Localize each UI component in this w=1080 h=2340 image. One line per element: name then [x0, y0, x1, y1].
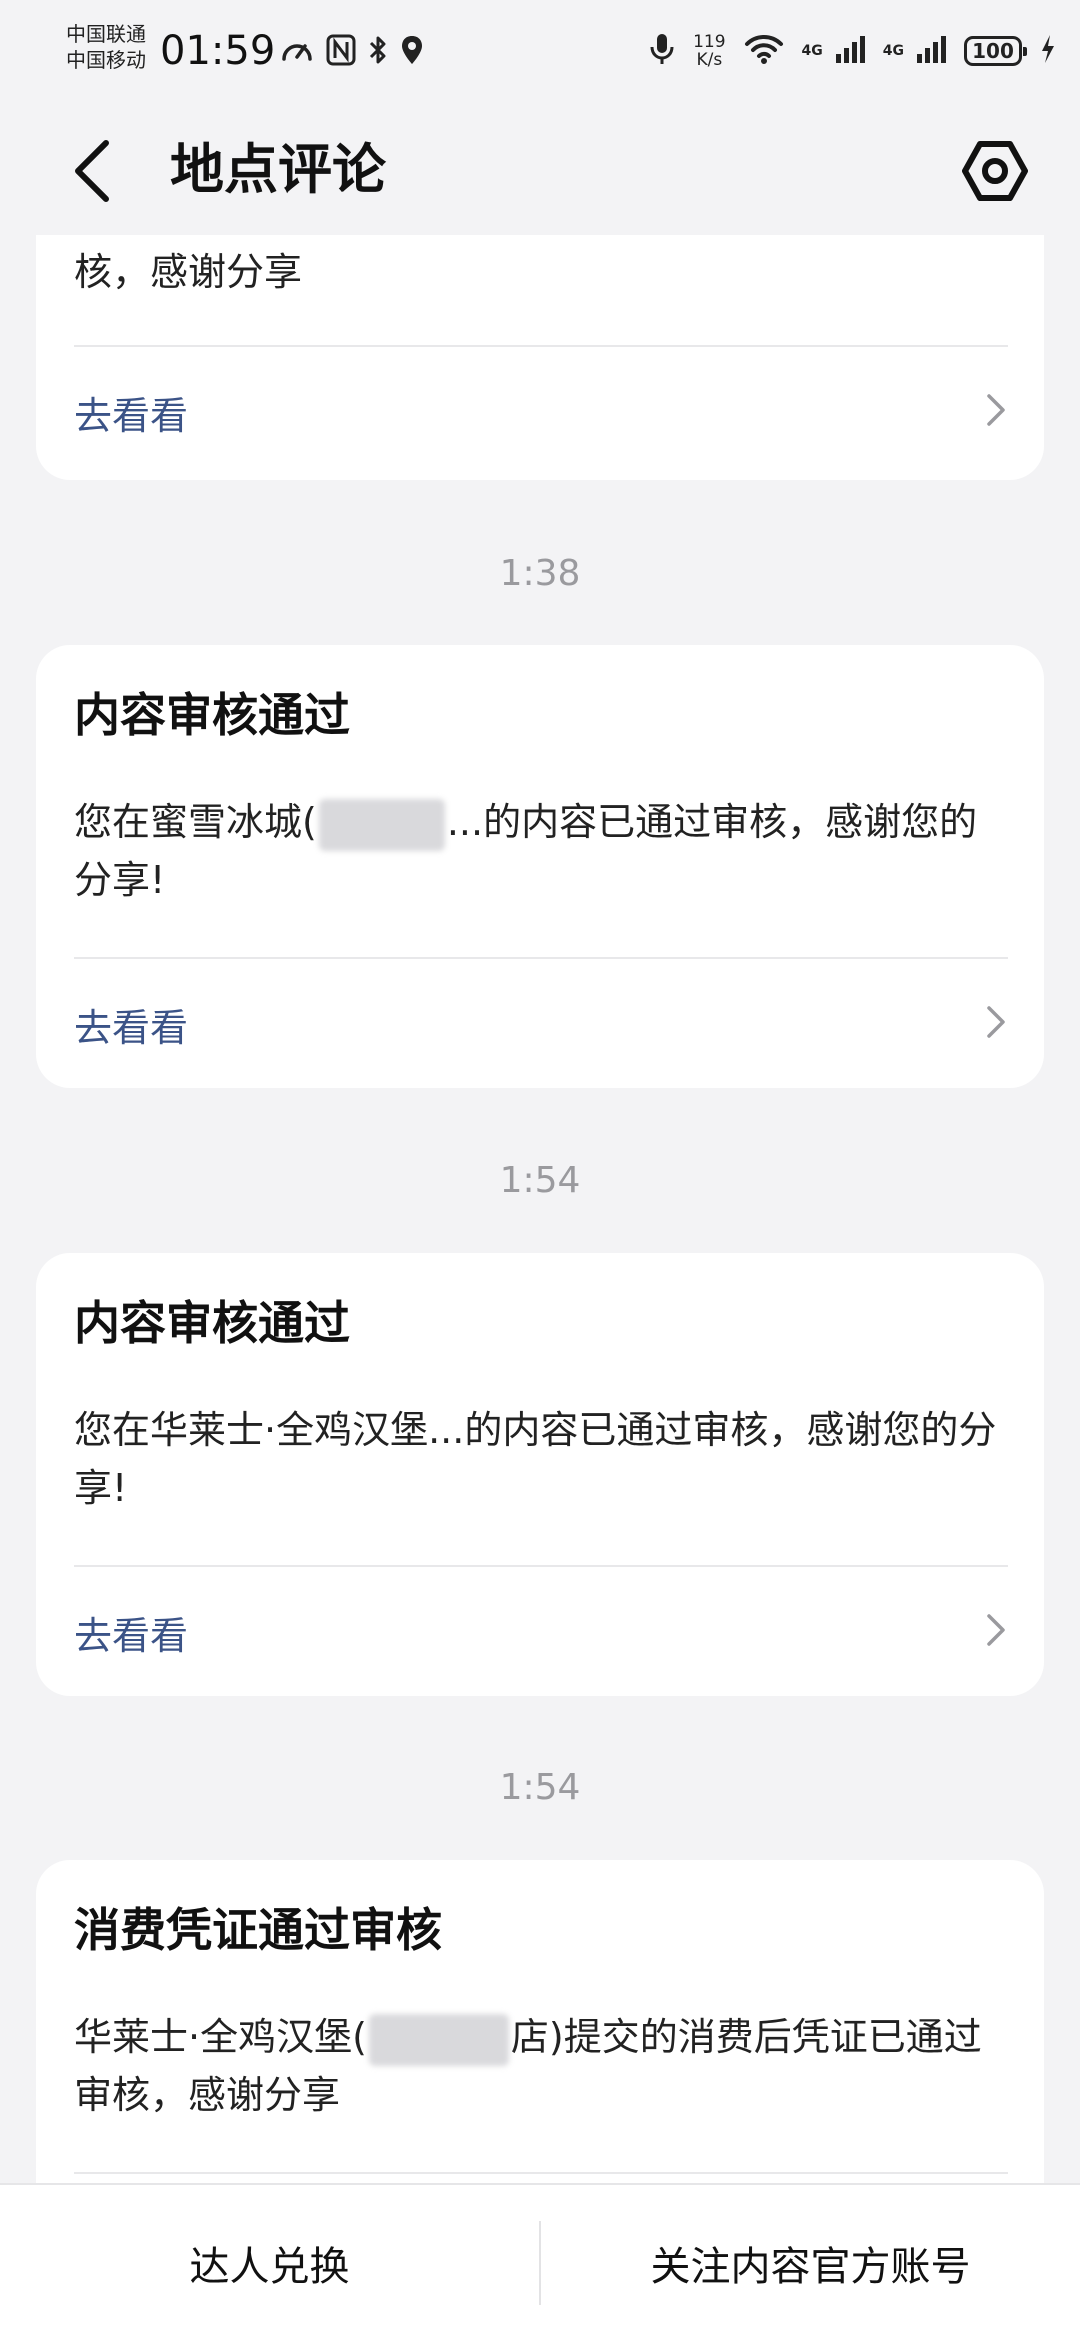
net-speed-value: 119	[693, 32, 726, 52]
speedometer-icon	[280, 35, 314, 69]
network-type-1: 4G	[801, 43, 823, 59]
bottom-bar: 达人兑换 关注内容官方账号	[0, 2183, 1080, 2340]
carrier-2: 中国移动	[66, 48, 146, 72]
view-link-label: 去看看	[74, 393, 189, 438]
message-title: 消费凭证通过审核	[74, 1903, 442, 1957]
message-card: 内容审核通过 您在华莱士·全鸡汉堡...的内容已通过审核，感谢您的分享! 去看看	[36, 1253, 1044, 1696]
view-link[interactable]: 去看看	[36, 960, 1044, 1088]
nfc-icon	[326, 34, 356, 70]
expert-redeem-button[interactable]: 达人兑换	[0, 2185, 539, 2340]
follow-official-account-button[interactable]: 关注内容官方账号	[541, 2185, 1080, 2340]
message-title: 内容审核通过	[74, 1296, 350, 1350]
message-card: 消费凭证通过审核 华莱士·全鸡汉堡(店)提交的消费后凭证已通过审核，感谢分享	[36, 1860, 1044, 2185]
message-body: 华莱士·全鸡汉堡(店)提交的消费后凭证已通过审核，感谢分享	[74, 2008, 1014, 2124]
status-bar: 中国联通 中国移动 01:59 119 K/s 4G 4G 100	[0, 0, 1080, 105]
carrier-1: 中国联通	[66, 22, 146, 46]
message-body-start: 您在蜜雪冰城(	[74, 800, 317, 844]
top-app-bar: 地点评论	[0, 105, 1080, 235]
message-time: 1:38	[499, 553, 581, 594]
battery-indicator: 100	[964, 36, 1027, 66]
bluetooth-icon	[368, 34, 388, 70]
view-link-label: 去看看	[74, 1613, 189, 1658]
message-time: 1:54	[499, 1160, 581, 1201]
settings-button[interactable]	[960, 138, 1030, 208]
message-body: 您在蜜雪冰城(...的内容已通过审核，感谢您的分享!	[74, 793, 1014, 909]
microphone-icon	[649, 32, 675, 70]
chevron-right-icon	[986, 393, 1006, 431]
message-card: 内容审核通过 您在蜜雪冰城(...的内容已通过审核，感谢您的分享! 去看看	[36, 645, 1044, 1088]
status-icons-right: 119 K/s 4G 4G 100	[649, 26, 1056, 76]
chevron-right-icon	[986, 1005, 1006, 1043]
signal-icon	[916, 34, 946, 68]
battery-level: 100	[972, 39, 1014, 63]
status-time: 01:59	[160, 28, 276, 74]
wifi-icon	[744, 33, 784, 69]
view-link[interactable]: 去看看	[36, 348, 1044, 476]
divider	[74, 1565, 1008, 1567]
network-type-2: 4G	[882, 43, 904, 59]
redacted-text	[318, 798, 445, 851]
carrier-info: 中国联通 中国移动	[66, 22, 146, 74]
back-button[interactable]	[62, 133, 122, 213]
message-body-start: 华莱士·全鸡汉堡(	[74, 2015, 367, 2059]
net-speed: 119 K/s	[693, 33, 725, 69]
view-link[interactable]: 去看看	[36, 1568, 1044, 1696]
message-title: 内容审核通过	[74, 688, 350, 742]
signal-icon	[835, 34, 865, 68]
message-card: 核，感谢分享 去看看	[36, 235, 1044, 480]
chevron-left-icon	[72, 139, 112, 207]
location-icon	[400, 34, 424, 70]
divider	[74, 957, 1008, 959]
charging-icon	[1040, 33, 1056, 69]
message-time: 1:54	[499, 1767, 581, 1808]
settings-icon	[962, 140, 1028, 206]
status-icons-left	[280, 32, 424, 72]
divider	[74, 2172, 1008, 2174]
chevron-right-icon	[986, 1613, 1006, 1651]
message-body: 您在华莱士·全鸡汉堡...的内容已通过审核，感谢您的分享!	[74, 1408, 997, 1510]
redacted-text	[368, 2013, 509, 2066]
message-body: 核，感谢分享	[74, 250, 303, 294]
divider	[74, 345, 1008, 347]
page-title: 地点评论	[170, 138, 386, 201]
view-link-label: 去看看	[74, 1005, 189, 1050]
message-list[interactable]: 核，感谢分享 去看看 1:38 内容审核通过 您在蜜雪冰城(...的内容已通过审…	[0, 235, 1080, 2185]
net-speed-unit: K/s	[696, 50, 723, 70]
